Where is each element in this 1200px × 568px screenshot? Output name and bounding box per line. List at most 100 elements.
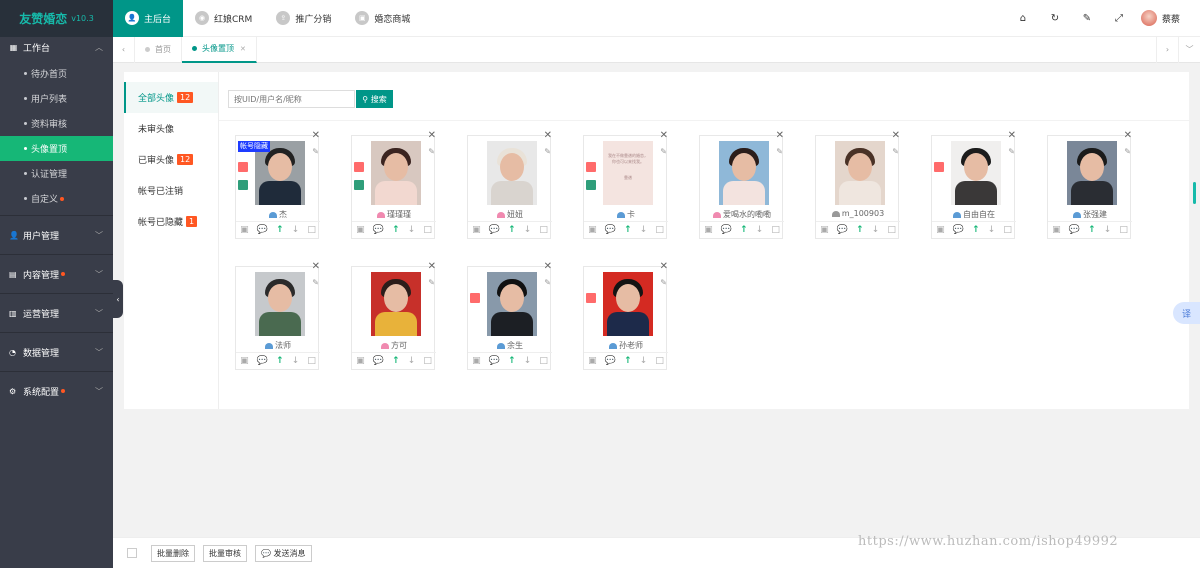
move-up-icon[interactable]: ↑ [856,225,864,235]
chat-icon[interactable]: 💬 [605,225,616,235]
edit-icon[interactable]: ✎ [544,278,551,287]
close-icon[interactable]: ✕ [1124,130,1132,141]
app-logo[interactable]: 友赞婚恋 v10.3 [0,0,113,37]
tab-scroll-right[interactable]: › [1156,36,1178,63]
photo-tag-icon[interactable] [354,162,364,172]
select-checkbox[interactable]: □ [307,356,316,366]
select-checkbox[interactable]: □ [1119,225,1128,235]
move-down-icon[interactable]: ↓ [524,225,532,235]
move-down-icon[interactable]: ↓ [640,356,648,366]
sidebar-item-3[interactable]: 头像置顶 [0,136,113,161]
filter-2[interactable]: 已审头像 12 [124,144,218,175]
avatar-photo[interactable] [255,272,305,336]
close-icon[interactable]: ✕ [312,130,320,141]
edit-icon[interactable]: ✎ [776,147,783,156]
move-up-icon[interactable]: ↑ [508,225,516,235]
filter-4[interactable]: 帐号已隐藏 1 [124,206,218,237]
user-tag-icon[interactable] [586,180,596,190]
sidebar-group-1[interactable]: ▤ 内容管理 ﹀ [0,254,113,293]
photo-tag-icon[interactable] [934,162,944,172]
close-icon[interactable]: ✕ [544,130,552,141]
tab-1[interactable]: 头像置顶 ✕ [182,36,257,63]
select-checkbox[interactable]: □ [887,225,896,235]
move-down-icon[interactable]: ↓ [640,225,648,235]
edit-icon[interactable]: ✎ [428,147,435,156]
pin-icon[interactable]: ▣ [588,225,597,235]
sidebar-group-2[interactable]: ▥ 运营管理 ﹀ [0,293,113,332]
chat-icon[interactable]: 💬 [489,225,500,235]
select-checkbox[interactable]: □ [539,225,548,235]
edit-icon[interactable]: ✎ [660,278,667,287]
close-icon[interactable]: ✕ [240,45,246,53]
move-up-icon[interactable]: ↑ [624,225,632,235]
tab-scroll-left[interactable]: ‹ [113,36,135,63]
filter-1[interactable]: 未审头像 [124,113,218,144]
move-up-icon[interactable]: ↑ [740,225,748,235]
avatar-photo[interactable] [951,141,1001,205]
move-down-icon[interactable]: ↓ [872,225,880,235]
search-input[interactable] [228,90,355,108]
chat-icon[interactable]: 💬 [837,225,848,235]
move-up-icon[interactable]: ↑ [276,225,284,235]
chat-icon[interactable]: 💬 [373,356,384,366]
pin-icon[interactable]: ▣ [472,356,481,366]
pin-icon[interactable]: ▣ [588,356,597,366]
avatar-photo[interactable] [1067,141,1117,205]
select-checkbox[interactable]: □ [423,225,432,235]
sidebar-item-0[interactable]: 待办首页 [0,61,113,86]
top-nav-3[interactable]: ▣ 婚恋商城 [343,0,422,37]
select-checkbox[interactable]: □ [307,225,316,235]
chat-icon[interactable]: 💬 [257,356,268,366]
move-down-icon[interactable]: ↓ [988,225,996,235]
select-checkbox[interactable]: □ [771,225,780,235]
tab-0[interactable]: 首页 [135,36,182,63]
edit-icon[interactable]: ✎ [428,278,435,287]
sidebar-item-workbench[interactable]: ▦ 工作台 ︿ [0,37,113,57]
photo-tag-icon[interactable] [238,162,248,172]
avatar-photo[interactable] [371,141,421,205]
avatar-photo[interactable]: 我在不做靠谱的婚恋，你也可以来找我。 靠谱 [603,141,653,205]
send-message-button[interactable]: 💬 发送消息 [255,544,312,562]
select-checkbox[interactable]: □ [1003,225,1012,235]
select-all-checkbox[interactable] [127,548,137,558]
pin-icon[interactable]: ▣ [1052,225,1061,235]
select-checkbox[interactable]: □ [539,356,548,366]
photo-tag-icon[interactable] [586,162,596,172]
top-nav-2[interactable]: ⇪ 推广分销 [264,0,343,37]
edit-icon[interactable]: ✎ [1124,147,1131,156]
sidebar-item-5[interactable]: 自定义 [0,186,113,211]
sidebar-group-3[interactable]: ◔ 数据管理 ﹀ [0,332,113,371]
close-icon[interactable]: ✕ [776,130,784,141]
home-icon[interactable]: ⌂ [1007,13,1039,24]
move-down-icon[interactable]: ↓ [292,225,300,235]
avatar-photo[interactable] [719,141,769,205]
chat-icon[interactable]: 💬 [605,356,616,366]
move-up-icon[interactable]: ↑ [1088,225,1096,235]
select-checkbox[interactable]: □ [655,356,664,366]
close-icon[interactable]: ✕ [428,130,436,141]
move-down-icon[interactable]: ↓ [408,356,416,366]
select-checkbox[interactable]: □ [423,356,432,366]
chat-icon[interactable]: 💬 [373,225,384,235]
edit-icon[interactable]: ✎ [892,147,899,156]
edit-icon[interactable]: ✎ [544,147,551,156]
sidebar-group-0[interactable]: 👤 用户管理 ﹀ [0,215,113,254]
edit-icon[interactable]: ✎ [312,278,319,287]
refresh-icon[interactable]: ↻ [1039,13,1071,24]
chat-icon[interactable]: 💬 [721,225,732,235]
move-up-icon[interactable]: ↑ [508,356,516,366]
theme-icon[interactable]: ✎ [1071,13,1103,24]
edit-icon[interactable]: ✎ [660,147,667,156]
top-nav-1[interactable]: ◉ 红娘CRM [183,0,264,37]
pin-icon[interactable]: ▣ [356,356,365,366]
move-up-icon[interactable]: ↑ [392,225,400,235]
sidebar-group-4[interactable]: ⚙ 系统配置 ﹀ [0,371,113,410]
batch-review-button[interactable]: 批量审核 [203,544,247,562]
close-icon[interactable]: ✕ [892,130,900,141]
tab-options[interactable]: ﹀ [1178,36,1200,63]
move-down-icon[interactable]: ↓ [756,225,764,235]
top-nav-0[interactable]: 👤 主后台 [113,0,183,37]
batch-delete-button[interactable]: 批量删除 [151,544,195,562]
select-checkbox[interactable]: □ [655,225,664,235]
filter-0[interactable]: 全部头像 12 [124,82,218,113]
